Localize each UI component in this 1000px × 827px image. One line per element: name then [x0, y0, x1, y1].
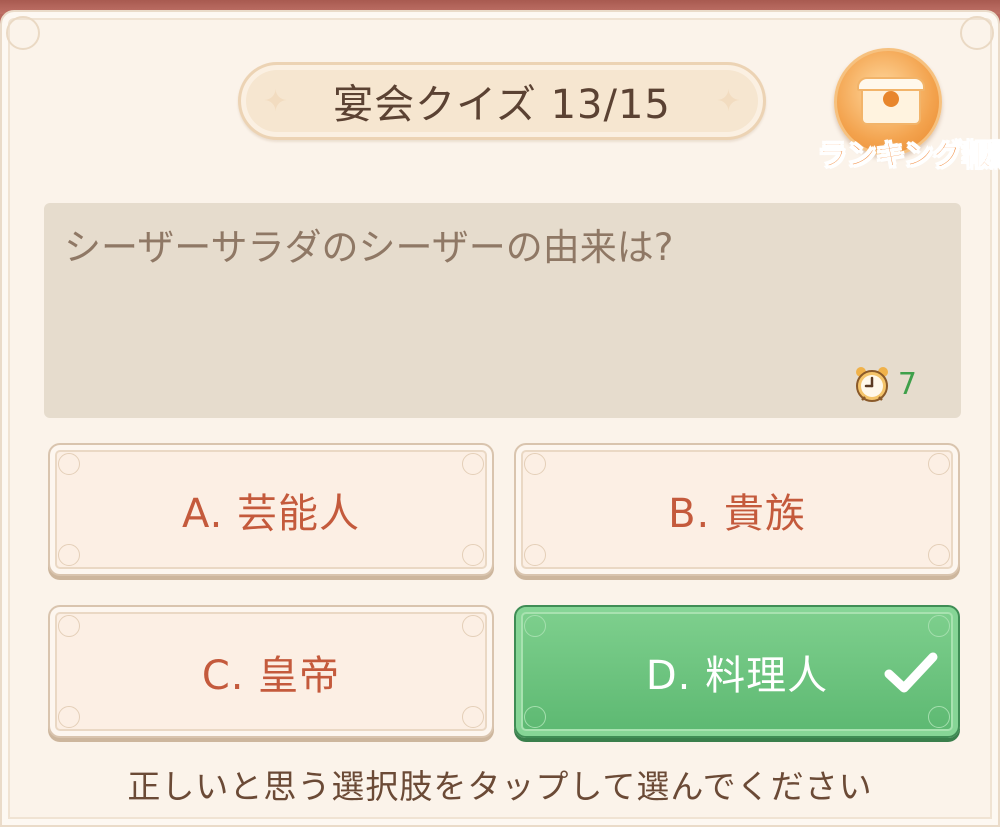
corner-deco: [462, 544, 484, 566]
corner-deco: [928, 544, 950, 566]
option-b-button[interactable]: B. 貴族: [514, 443, 960, 576]
corner-deco: [462, 453, 484, 475]
question-text: シーザーサラダのシーザーの由来は?: [64, 226, 674, 269]
sparkle-icon: ✦: [715, 84, 741, 119]
corner-deco: [58, 544, 80, 566]
instruction-text: 正しいと思う選択肢をタップして選んでください: [127, 767, 873, 806]
option-label: A. 芸能人: [181, 490, 361, 537]
ranking-reward-button[interactable]: ランキング報酬: [817, 48, 1000, 178]
corner-deco: [524, 615, 546, 637]
question-box: シーザーサラダのシーザーの由来は? 7: [44, 203, 961, 418]
corner-deco: [462, 615, 484, 637]
ranking-reward-label: ランキング報酬: [817, 138, 1000, 173]
panel-corner-deco: [6, 16, 40, 50]
timer-value: 7: [897, 366, 917, 402]
corner-deco: [58, 615, 80, 637]
alarm-clock-icon: [855, 367, 888, 402]
sparkle-icon: ✦: [263, 84, 289, 119]
option-label: D. 料理人: [645, 652, 829, 699]
title-plaque: ✦ 宴会クイズ 13/15 ✦: [238, 62, 766, 140]
option-a-button[interactable]: A. 芸能人: [48, 443, 494, 576]
corner-deco: [928, 706, 950, 728]
timer: 7: [852, 364, 917, 404]
panel-corner-deco: [960, 16, 994, 50]
option-d-button[interactable]: D. 料理人: [514, 605, 960, 738]
option-label: B. 貴族: [668, 490, 806, 537]
corner-deco: [524, 453, 546, 475]
corner-deco: [524, 544, 546, 566]
corner-deco: [524, 706, 546, 728]
corner-deco: [928, 453, 950, 475]
checkmark-icon: [884, 652, 938, 692]
corner-deco: [58, 706, 80, 728]
corner-deco: [58, 453, 80, 475]
corner-deco: [462, 706, 484, 728]
option-c-button[interactable]: C. 皇帝: [48, 605, 494, 738]
option-label: C. 皇帝: [201, 652, 341, 699]
corner-deco: [928, 615, 950, 637]
quiz-title: 宴会クイズ 13/15: [333, 82, 671, 128]
